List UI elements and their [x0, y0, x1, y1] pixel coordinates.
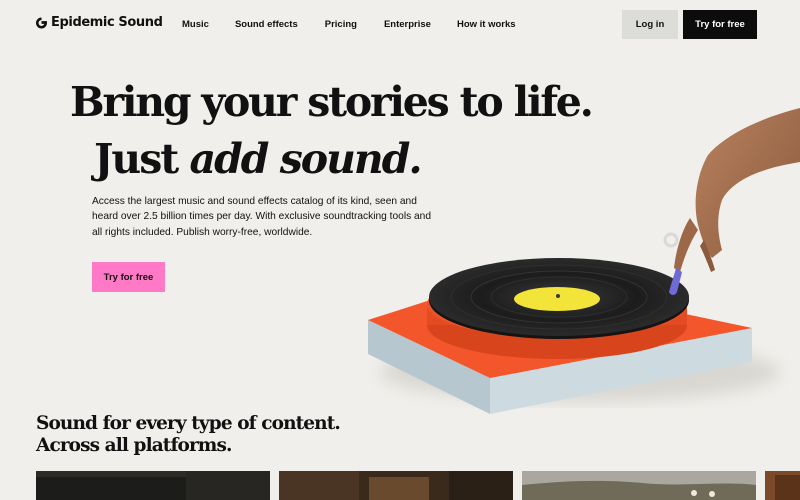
site-header: Epidemic Sound Music Sound effects Prici… — [0, 0, 800, 48]
nav-enterprise[interactable]: Enterprise — [384, 19, 431, 30]
headline-plain-text: Just — [94, 135, 190, 183]
thumbnail-1[interactable] — [36, 471, 270, 500]
thumbnail-4[interactable] — [765, 471, 800, 500]
logo[interactable]: Epidemic Sound — [36, 15, 163, 30]
login-button[interactable]: Log in — [622, 10, 678, 39]
main-nav: Music Sound effects Pricing Enterprise H… — [182, 19, 516, 30]
thumbnail-3-image — [522, 471, 756, 500]
nav-music[interactable]: Music — [182, 19, 209, 30]
thumbnail-2[interactable] — [279, 471, 513, 500]
thumbnail-3[interactable] — [522, 471, 756, 500]
nav-sound-effects[interactable]: Sound effects — [235, 19, 298, 30]
try-for-free-header-button[interactable]: Try for free — [683, 10, 757, 39]
turntable-illustration — [368, 108, 800, 414]
content-thumbnails — [0, 471, 800, 500]
nav-pricing[interactable]: Pricing — [325, 19, 357, 30]
thumbnail-1-image — [36, 471, 270, 500]
thumbnail-2-image — [279, 471, 513, 500]
try-for-free-hero-button[interactable]: Try for free — [92, 262, 165, 292]
section-title-line2: Across all platforms. — [36, 435, 232, 456]
content-section-title: Sound for every type of content. Across … — [36, 413, 341, 457]
section-title-line1: Sound for every type of content. — [36, 413, 341, 434]
nav-how-it-works[interactable]: How it works — [457, 19, 516, 30]
logo-text: Epidemic Sound — [51, 15, 163, 30]
thumbnail-4-image — [765, 471, 800, 500]
epidemic-sound-logo-icon — [36, 17, 47, 28]
